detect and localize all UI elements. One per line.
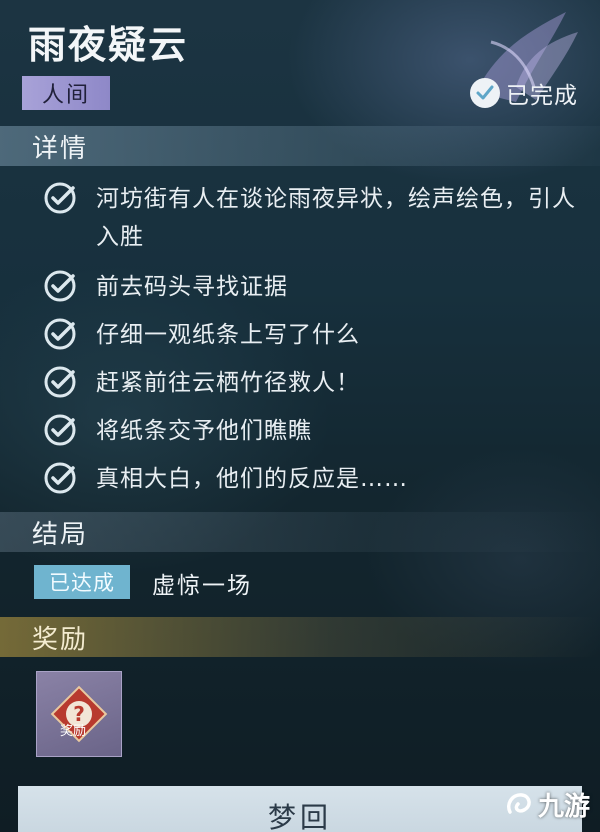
task-item: 仔细一观纸条上写了什么: [42, 316, 576, 354]
completed-status: 已完成: [470, 76, 578, 110]
check-icon: [44, 462, 76, 494]
check-icon: [44, 270, 76, 302]
mystery-reward-icon: ? 奖励: [50, 685, 108, 743]
task-text: 真相大白，他们的反应是……: [96, 466, 408, 492]
details-section-header: 详情: [0, 126, 600, 166]
reward-heading: 奖励: [32, 624, 89, 655]
task-item: 真相大白，他们的反应是……: [42, 460, 576, 498]
quest-category-badge: 人间: [22, 76, 110, 110]
svg-text:?: ?: [73, 702, 85, 726]
ending-section-header: 结局: [0, 512, 600, 552]
check-icon: [44, 318, 76, 350]
check-icon: [44, 366, 76, 398]
task-text: 仔细一观纸条上写了什么: [96, 322, 360, 348]
task-text: 赶紧前往云栖竹径救人！: [96, 370, 360, 396]
check-circle-icon: [470, 78, 500, 108]
check-icon: [44, 182, 76, 214]
task-text: 前去码头寻找证据: [96, 274, 288, 300]
dream-return-button-label: 梦回: [267, 801, 332, 832]
task-text: 河坊街有人在谈论雨夜异状，绘声绘色，引人入胜: [96, 186, 576, 250]
reward-icon-label: 奖励: [60, 724, 86, 739]
watermark-text: 九游: [537, 792, 590, 822]
task-item: 赶紧前往云栖竹径救人！: [42, 364, 576, 402]
task-text: 将纸条交予他们瞧瞧: [96, 418, 312, 444]
achieved-badge: 已达成: [34, 565, 130, 599]
task-item: 河坊街有人在谈论雨夜异状，绘声绘色，引人入胜: [42, 180, 576, 256]
task-item: 前去码头寻找证据: [42, 268, 576, 306]
quest-title: 雨夜疑云: [28, 22, 189, 67]
dream-return-button[interactable]: 梦回: [18, 786, 582, 832]
details-heading: 详情: [32, 133, 89, 164]
ending-heading: 结局: [32, 519, 89, 550]
check-icon: [44, 414, 76, 446]
site-watermark: 九游: [504, 786, 590, 823]
reward-item-slot[interactable]: ? 奖励: [36, 671, 122, 757]
ending-result-text: 虚惊一场: [152, 573, 252, 599]
reward-section-header: 奖励: [0, 617, 600, 657]
completed-status-label: 已完成: [506, 83, 578, 109]
task-item: 将纸条交予他们瞧瞧: [42, 412, 576, 450]
nineyou-logo-icon: [507, 792, 531, 814]
